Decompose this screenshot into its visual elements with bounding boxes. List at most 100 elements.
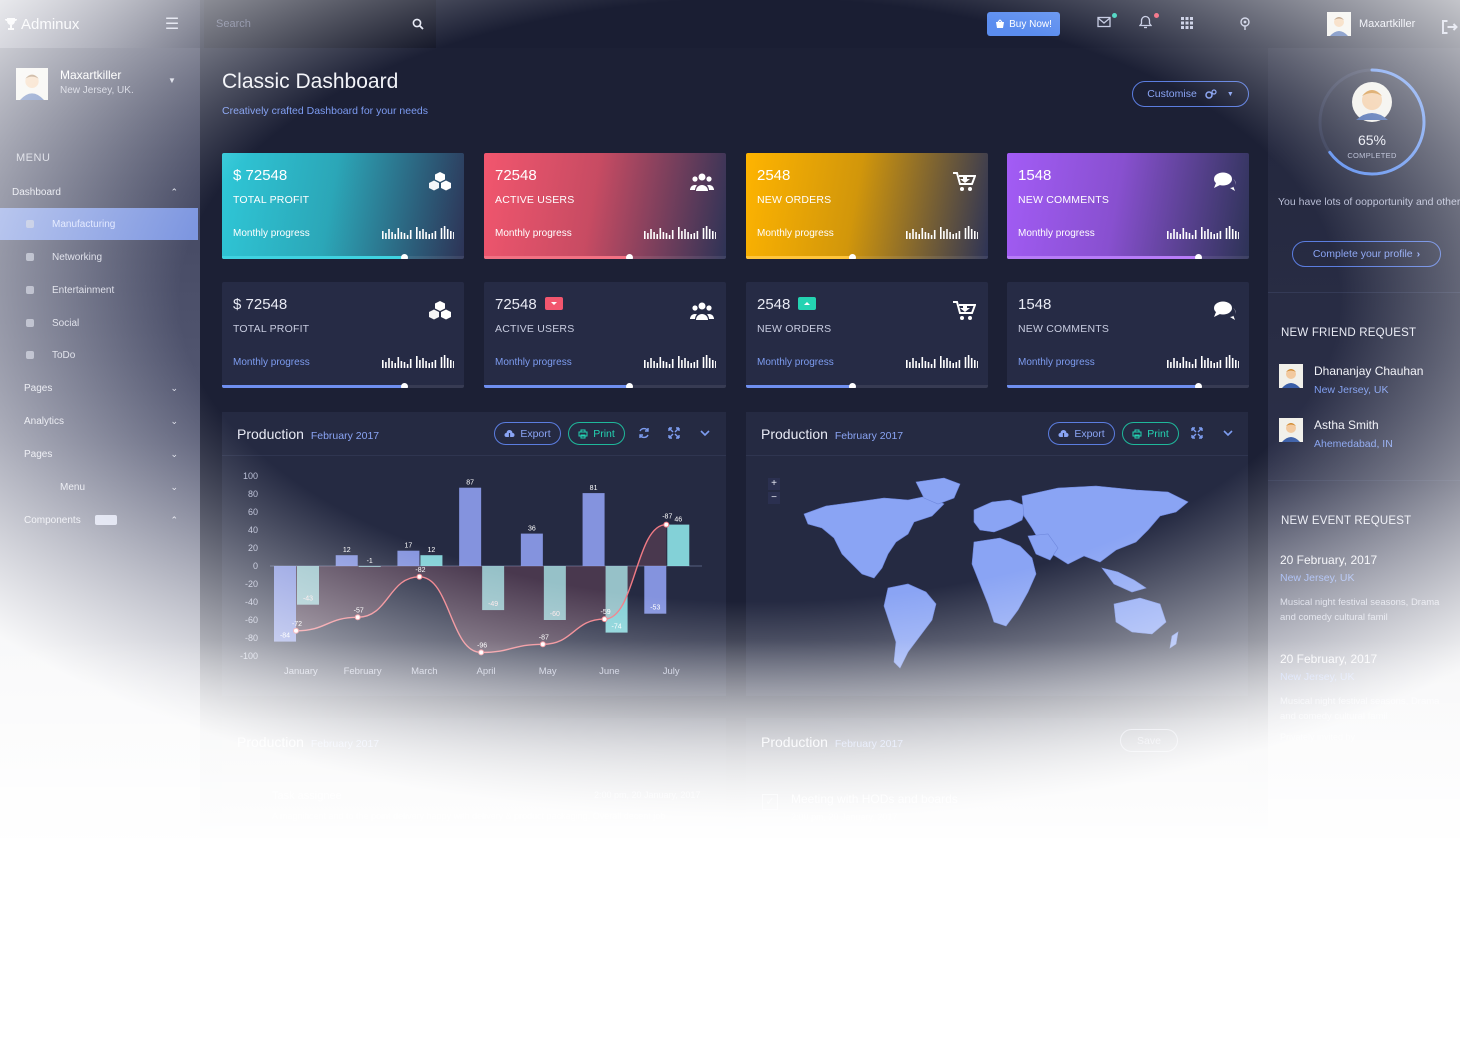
refresh-icon[interactable] bbox=[637, 426, 651, 440]
y-tick-label: -40 bbox=[245, 597, 258, 607]
progress-knob[interactable] bbox=[1195, 254, 1203, 259]
stat-card[interactable]: 72548 ACTIVE USERS Monthly progress bbox=[484, 282, 726, 388]
sparkline-bar bbox=[662, 232, 665, 239]
todo-checkbox[interactable]: ✓ bbox=[762, 794, 778, 810]
map-zoom-in-button[interactable]: + bbox=[768, 478, 780, 490]
stat-card[interactable]: 72548 ACTIVE USERS Monthly progress bbox=[484, 153, 726, 259]
progress-knob[interactable] bbox=[626, 254, 634, 259]
sparkline-bar bbox=[690, 234, 692, 239]
chevron-down-icon[interactable]: ▼ bbox=[168, 76, 176, 85]
logout-icon[interactable] bbox=[1440, 18, 1458, 36]
progress-knob[interactable] bbox=[626, 383, 634, 388]
expand-icon[interactable] bbox=[1190, 426, 1204, 440]
world-map[interactable] bbox=[796, 476, 1216, 676]
search-input[interactable] bbox=[216, 18, 386, 30]
sparkline-bar bbox=[668, 364, 671, 368]
sparkline-bar bbox=[1231, 358, 1234, 368]
sidebar-item-entertainment[interactable]: Entertainment bbox=[0, 274, 198, 306]
data-label: -53 bbox=[650, 605, 660, 612]
expand-icon[interactable] bbox=[667, 426, 681, 440]
sparkline-bar bbox=[440, 228, 443, 239]
monthly-progress-label: Monthly progress bbox=[495, 357, 572, 368]
stat-card[interactable]: $ 72548 TOTAL PROFIT Monthly progress bbox=[222, 282, 464, 388]
sidebar-item-social[interactable]: Social bbox=[0, 307, 198, 339]
sidebar-item-menu[interactable]: Menu ⌄ bbox=[12, 471, 198, 503]
user-menu[interactable]: Maxartkiller bbox=[1327, 12, 1415, 36]
sidebar-user[interactable]: Maxartkiller New Jersey, UK. bbox=[16, 68, 134, 100]
save-button[interactable]: Save bbox=[1120, 729, 1178, 752]
sparkline-bar bbox=[927, 362, 930, 368]
export-button[interactable]: Export bbox=[494, 422, 561, 445]
progress-knob[interactable] bbox=[400, 383, 408, 388]
stat-card[interactable]: $ 72548 TOTAL PROFIT Monthly progress bbox=[222, 153, 464, 259]
users-icon bbox=[690, 300, 714, 322]
chevron-down-icon[interactable] bbox=[698, 426, 712, 440]
sparkline-bar bbox=[644, 360, 646, 368]
progress-knob[interactable] bbox=[849, 383, 857, 388]
complete-profile-button[interactable]: Complete your profile › bbox=[1292, 241, 1441, 267]
stat-value: 1548 bbox=[1018, 296, 1051, 313]
progress-knob[interactable] bbox=[849, 254, 857, 259]
export-label: Export bbox=[520, 427, 551, 440]
progress-knob[interactable] bbox=[1195, 383, 1203, 388]
data-label: -72 bbox=[292, 621, 302, 628]
stat-card[interactable]: 2548 NEW ORDERS Monthly progress bbox=[746, 153, 988, 259]
data-label: -87 bbox=[539, 634, 549, 641]
sidebar-item-components[interactable]: Components ⌃ bbox=[12, 504, 198, 536]
sidebar-item-pages-2[interactable]: Pages ⌄ bbox=[12, 438, 198, 470]
stat-card[interactable]: 1548 NEW COMMENTS Monthly progress bbox=[1007, 153, 1249, 259]
sparkline-bar bbox=[1182, 228, 1185, 239]
customise-button[interactable]: Customise ▼ bbox=[1132, 81, 1249, 107]
chevron-down-icon: ⌄ bbox=[170, 415, 178, 426]
sparkline-bar bbox=[1191, 364, 1194, 368]
data-label: -57 bbox=[354, 607, 364, 614]
sparkline-bar bbox=[422, 229, 424, 239]
cloud-upload-icon bbox=[1058, 430, 1069, 437]
sparkline-bar bbox=[946, 358, 948, 368]
friend-request-item[interactable]: Dhananjay Chauhan New Jersey, UK bbox=[1279, 364, 1423, 396]
stat-card[interactable]: 2548 NEW ORDERS Monthly progress bbox=[746, 282, 988, 388]
sparkline-bar bbox=[450, 360, 452, 368]
sparkline-bar bbox=[1235, 231, 1237, 239]
print-button[interactable]: Print bbox=[568, 422, 625, 445]
panel-title-text: Production bbox=[761, 426, 828, 442]
sparkline-bar bbox=[1170, 362, 1172, 368]
export-button[interactable]: Export bbox=[1048, 422, 1115, 445]
map-zoom-out-button[interactable]: − bbox=[768, 492, 780, 504]
sidebar-user-location: New Jersey, UK. bbox=[60, 85, 134, 96]
event-location: New Jersey, UK bbox=[1280, 572, 1355, 584]
sidebar-item-todo[interactable]: ToDo bbox=[0, 339, 198, 371]
data-label: -74 bbox=[612, 624, 622, 631]
sidebar-item-pages[interactable]: Pages ⌄ bbox=[12, 372, 198, 404]
sidebar-item-dashboard[interactable]: Dashboard ⌃ bbox=[12, 176, 198, 208]
page-subtitle: Creatively crafted Dashboard for your ne… bbox=[222, 105, 429, 117]
sidebar-item-networking[interactable]: Networking bbox=[0, 241, 198, 273]
bell-icon[interactable] bbox=[1138, 13, 1159, 32]
monthly-progress-label: Monthly progress bbox=[495, 228, 572, 239]
task-time: 2:00 pm, 20 January, 2017 bbox=[594, 790, 701, 800]
main-content: Classic Dashboard Creatively crafted Das… bbox=[200, 48, 1268, 838]
print-button[interactable]: Print bbox=[1122, 422, 1179, 445]
stat-card[interactable]: 1548 NEW COMMENTS Monthly progress bbox=[1007, 282, 1249, 388]
hamburger-menu-icon[interactable]: ☰ bbox=[160, 14, 184, 34]
apps-grid-icon[interactable] bbox=[1181, 14, 1199, 32]
search-icon[interactable] bbox=[412, 18, 424, 30]
sparkline-bar bbox=[400, 361, 403, 368]
progress-fill bbox=[746, 256, 853, 259]
sparkline bbox=[1167, 226, 1239, 239]
chevron-down-icon[interactable] bbox=[1221, 426, 1235, 440]
map-pin-icon[interactable] bbox=[1239, 14, 1257, 32]
sidebar-item-manufacturing[interactable]: Manufacturing bbox=[0, 208, 198, 240]
progress-fill bbox=[746, 385, 853, 388]
buy-now-button[interactable]: Buy Now! bbox=[987, 12, 1060, 36]
page-title: Classic Dashboard bbox=[222, 70, 399, 93]
sidebar-item-analytics[interactable]: Analytics ⌄ bbox=[12, 405, 198, 437]
friend-avatar bbox=[1279, 418, 1303, 442]
progress-knob[interactable] bbox=[400, 254, 408, 259]
data-label: 12 bbox=[343, 547, 351, 554]
x-tick-label: April bbox=[476, 666, 495, 677]
friend-request-item[interactable]: Astha Smith Ahemedabad, IN bbox=[1279, 418, 1393, 450]
chevron-right-icon: › bbox=[1416, 248, 1421, 260]
mail-icon[interactable] bbox=[1097, 13, 1117, 32]
sidebar: Maxartkiller New Jersey, UK. ▼ MENU Dash… bbox=[0, 48, 200, 838]
